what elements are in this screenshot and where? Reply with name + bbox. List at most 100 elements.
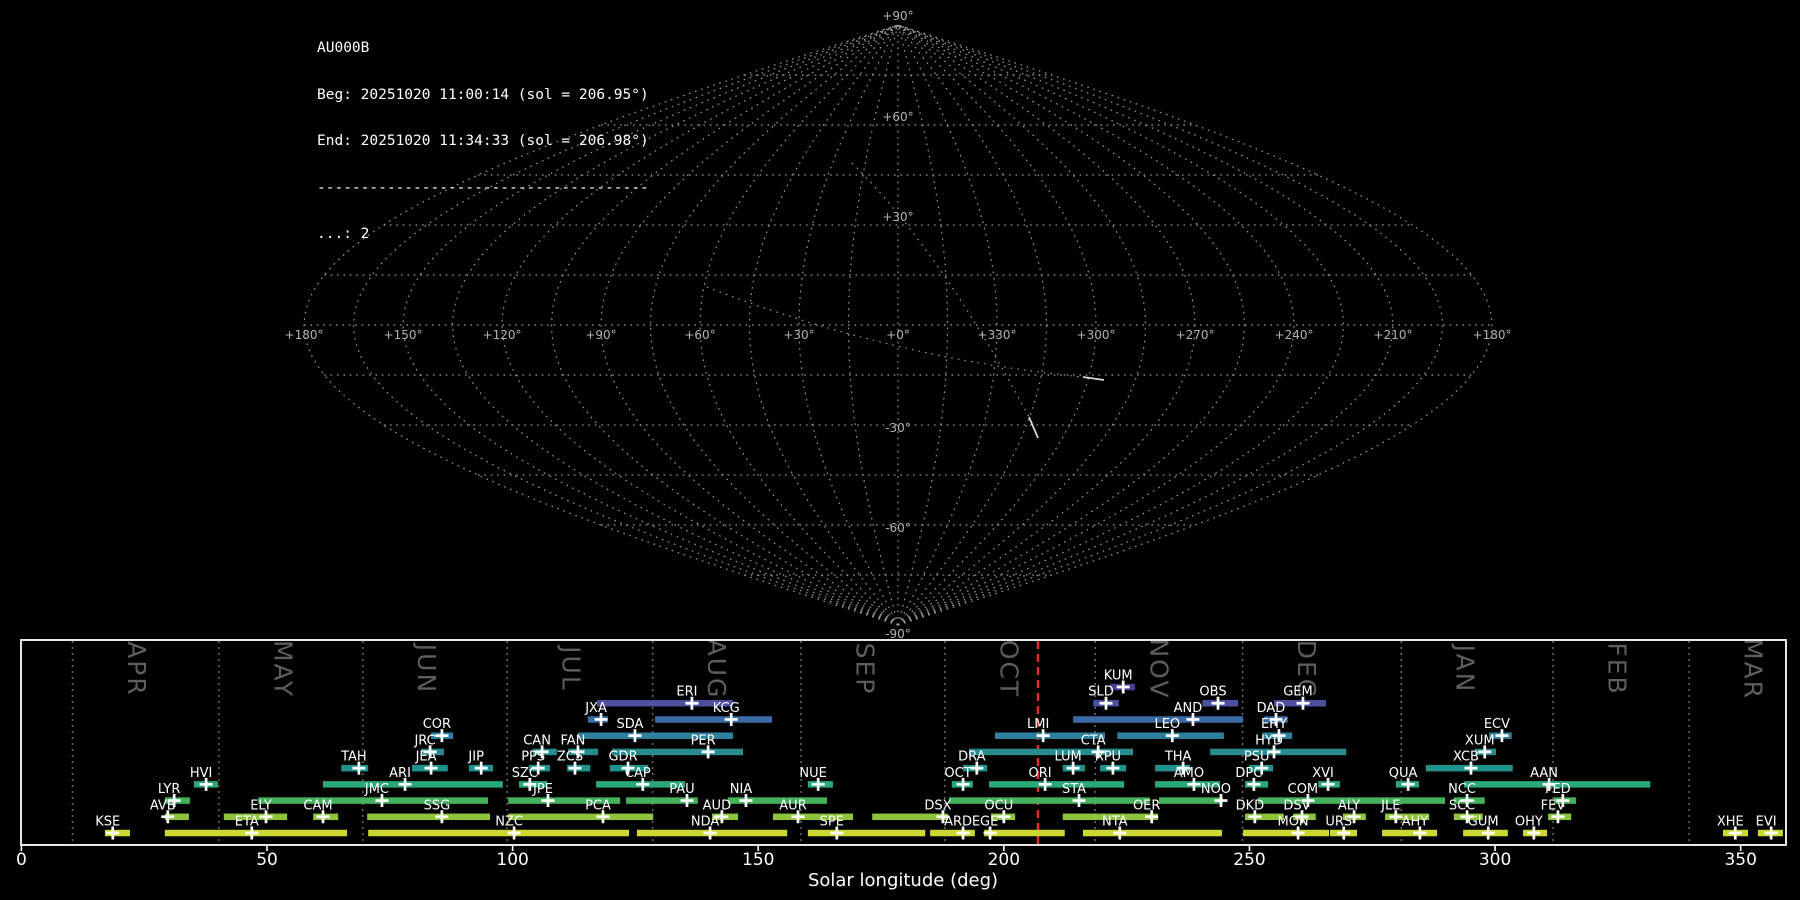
shower-code-label: QUA: [1389, 766, 1418, 781]
shower-code-label: AND: [1174, 701, 1203, 716]
month-label: JUN: [412, 642, 441, 694]
shower-code-label: ORI: [1029, 766, 1052, 781]
axis-tick-label: 350: [1724, 850, 1756, 870]
axis-tick-label: 250: [1233, 850, 1265, 870]
shower-code-label: PAU: [669, 782, 694, 797]
station-id: AU000B: [317, 40, 370, 56]
shower-code-label: NUE: [799, 766, 826, 781]
shower-code-label: ERI: [676, 685, 697, 700]
shower-code-label: COR: [423, 717, 451, 732]
plot-svg: +180° +150° +120° +90° +60° +30° +0° +330° +300°…: [16, 9, 1787, 891]
shower-DSX: DSX: [872, 798, 952, 824]
shower-code-label: JEA: [415, 750, 437, 765]
shower-KSE: KSE: [95, 814, 130, 840]
shower-XHE: XHE: [1717, 814, 1749, 840]
shower-code-label: MON: [1277, 814, 1308, 829]
shower-OBS: OBS: [1199, 685, 1239, 710]
shower-code-label: ARD: [944, 814, 972, 829]
latitude-label: +60°: [882, 110, 913, 124]
shower-code-label: ZCS: [557, 750, 583, 765]
shower-code-label: OER: [1133, 798, 1160, 813]
shower-code-label: RPU: [1095, 750, 1121, 765]
shower-LUM: LUM: [1054, 750, 1085, 775]
latitude-label: -90°: [885, 627, 911, 641]
latitude-label: -60°: [885, 521, 911, 535]
longitude-label: +330°: [978, 328, 1017, 342]
shower-code-label: XCB: [1453, 750, 1479, 765]
shower-JXA: JXA: [584, 701, 608, 726]
shower-code-label: OCT: [944, 766, 971, 781]
shower-code-label: AHY: [1402, 814, 1429, 829]
shower-XCB: XCB: [1425, 750, 1513, 775]
longitude-label: +60°: [684, 328, 715, 342]
shower-OHY: OHY: [1515, 814, 1548, 840]
shower-code-label: XHE: [1717, 814, 1744, 829]
shower-code-label: AUD: [703, 798, 731, 813]
shower-code-label: EGE: [972, 814, 999, 829]
shower-JIP: JIP: [467, 750, 493, 775]
shower-code-label: FEV: [1541, 798, 1566, 813]
axis-tick-label: 50: [256, 850, 278, 870]
shower-activity-bar: [1082, 829, 1222, 837]
shower-code-label: DSX: [924, 798, 951, 813]
latitude-label: -30°: [885, 421, 911, 435]
shower-code-label: OHY: [1515, 814, 1543, 829]
month-label: MAR: [1738, 638, 1767, 700]
shower-activity-bar: [989, 781, 1125, 788]
shower-activity-bar: [1159, 797, 1223, 804]
shower-code-label: ELY: [250, 798, 272, 813]
shower-code-label: LEO: [1154, 717, 1180, 732]
shower-code-label: SLD: [1088, 685, 1114, 700]
shower-code-label: LMI: [1027, 717, 1049, 732]
shower-code-label: AUR: [779, 798, 806, 813]
shower-activity-bar: [367, 813, 491, 821]
shower-code-label: LUM: [1054, 750, 1081, 765]
shower-code-label: GUM: [1468, 814, 1499, 829]
shower-OCT: OCT: [944, 766, 973, 791]
longitude-label: +210°: [1374, 328, 1413, 342]
shower-code-label: DSV: [1283, 798, 1310, 813]
separator-line: --------------------------------------: [317, 179, 649, 196]
month-label: JUL: [557, 644, 586, 692]
shower-code-label: FED: [1545, 782, 1571, 797]
shower-NUE: NUE: [799, 766, 833, 791]
shower-TAH: TAH: [340, 750, 369, 775]
shower-code-label: XUM: [1465, 733, 1495, 748]
shower-code-label: JLE: [1380, 798, 1400, 813]
meteor-trail: [1082, 376, 1105, 381]
observation-begin: Beg: 20251020 11:00:14 (sol = 206.95°): [317, 86, 649, 103]
shower-code-label: DRA: [958, 750, 986, 765]
shower-activity-bar: [1382, 829, 1438, 837]
shower-GUM: GUM: [1463, 814, 1508, 840]
shower-code-label: NZC: [495, 814, 523, 829]
shower-HVI: HVI: [190, 766, 218, 791]
activity-timeline: APR MAY JUN JUL AUG SEP OCT NOV DEC JAN FEB MARKUME…: [16, 638, 1787, 891]
shower-code-label: NIA: [730, 782, 753, 797]
shower-code-label: KUM: [1104, 669, 1133, 684]
longitude-label: +240°: [1275, 328, 1314, 342]
shower-code-label: SDA: [616, 717, 643, 732]
shower-code-label: CAN: [523, 733, 551, 748]
longitude-label: +120°: [483, 328, 522, 342]
observation-end: End: 20251020 11:34:33 (sol = 206.98°): [317, 133, 649, 149]
month-label: MAY: [268, 640, 297, 698]
axis-tick-label: 150: [742, 850, 774, 870]
shower-code-label: FAN: [560, 733, 585, 748]
longitude-label: +270°: [1176, 328, 1215, 342]
shower-activity-bar: [258, 797, 489, 804]
month-label: NOV: [1145, 638, 1174, 699]
shower-code-label: JXA: [584, 701, 607, 716]
shower-code-label: NOO: [1201, 782, 1231, 797]
meteor-trail: [1028, 416, 1039, 439]
shower-code-label: DPC: [1235, 766, 1262, 781]
shower-EVI: EVI: [1756, 814, 1783, 840]
month-label: JAN: [1451, 643, 1480, 694]
shower-code-label: SSG: [424, 798, 451, 813]
longitude-label: +180°: [285, 328, 324, 342]
shower-code-label: ALY: [1338, 798, 1360, 813]
shower-activity-bar: [323, 781, 503, 788]
shower-code-label: GEM: [1283, 685, 1313, 700]
shower-code-label: DAD: [1257, 701, 1286, 716]
meridian-line: [897, 24, 1246, 626]
shower-code-label: LYR: [158, 782, 181, 797]
